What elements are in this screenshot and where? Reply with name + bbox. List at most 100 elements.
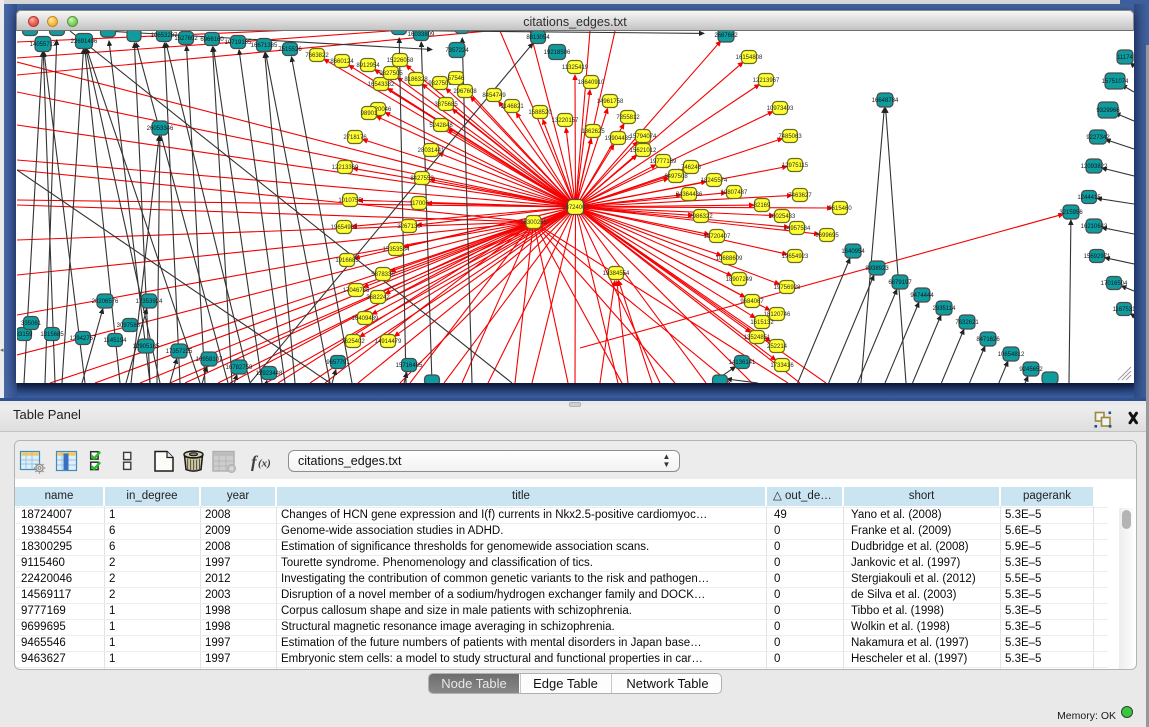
svg-text:9227342: 9227342 [1086,135,1110,141]
svg-text:10958107: 10958107 [196,357,223,363]
svg-text:9615460: 9615460 [828,206,852,212]
svg-text:9474444: 9474444 [910,293,934,299]
svg-text:17016504: 17016504 [1101,281,1128,287]
svg-text:1167531: 1167531 [1113,307,1134,313]
svg-text:8186328: 8186328 [404,77,428,83]
svg-text:1315685: 1315685 [40,332,64,338]
svg-text:10719185: 10719185 [225,40,252,46]
svg-text:1145194: 1145194 [104,338,128,344]
svg-text:1362625: 1362625 [581,129,605,135]
svg-text:12975115: 12975115 [782,163,809,169]
svg-text:9146821: 9146821 [500,104,524,110]
svg-text:8454749: 8454749 [482,93,506,99]
svg-text:12213967: 12213967 [753,78,780,84]
svg-text:18300295: 18300295 [520,220,547,226]
svg-text:20206576: 20206576 [92,299,119,305]
svg-text:5878336: 5878336 [371,272,395,278]
svg-text:15720407: 15720407 [704,234,731,240]
svg-text:335061: 335061 [21,321,42,327]
svg-text:22691406: 22691406 [71,39,98,45]
svg-text:16033809: 16033809 [408,32,435,38]
svg-text:15716485: 15716485 [396,363,423,369]
svg-text:7625402: 7625402 [341,339,365,345]
svg-text:3215956: 3215956 [1059,210,1083,216]
svg-text:7986322: 7986322 [689,214,713,220]
svg-text:17357225: 17357225 [166,349,193,355]
svg-text:10025433: 10025433 [769,214,796,220]
svg-text:10973493: 10973493 [767,106,794,112]
svg-text:15794074: 15794074 [630,134,657,140]
svg-text:24364436: 24364436 [676,192,703,198]
svg-text:9329966: 9329966 [1096,108,1120,114]
svg-text:14136141: 14136141 [729,360,756,366]
svg-text:26053346: 26053346 [147,126,174,132]
svg-text:3875685: 3875685 [434,102,458,108]
svg-text:6966160: 6966160 [200,37,224,43]
svg-text:16648784: 16648784 [872,98,899,104]
svg-text:19218506: 19218506 [544,50,571,56]
svg-text:14957584: 14957584 [784,226,811,232]
svg-text:10654812: 10654812 [998,352,1025,358]
svg-text:98901: 98901 [361,111,378,117]
svg-text:9657791: 9657791 [326,360,350,366]
svg-text:17046786: 17046786 [343,288,370,294]
svg-text:28031441: 28031441 [418,148,445,154]
svg-text:9699695: 9699695 [815,233,839,239]
svg-text:7663822: 7663822 [305,53,329,59]
svg-text:7463627: 7463627 [788,193,812,199]
svg-text:6879197: 6879197 [888,280,912,286]
svg-text:8912954: 8912954 [356,63,380,69]
svg-text:8813054: 8813054 [526,35,550,41]
svg-text:11174: 11174 [1117,55,1133,61]
svg-text:15692971: 15692971 [1084,254,1111,260]
svg-text:19777169: 19777169 [650,159,677,165]
svg-text:1640954: 1640954 [841,249,865,255]
svg-text:12905185: 12905185 [133,344,160,350]
svg-text:14961758: 14961758 [597,99,624,105]
svg-text:1527602: 1527602 [174,36,198,42]
svg-text:18907249: 18907249 [726,277,753,283]
svg-text:15751074: 15751074 [1102,79,1129,85]
svg-text:252214: 252214 [767,344,788,350]
svg-text:117006: 117006 [409,201,429,207]
svg-text:7485063: 7485063 [778,134,802,140]
svg-text:6497508: 6497508 [664,174,688,180]
svg-text:2718176: 2718176 [343,135,367,141]
svg-text:13524851: 13524851 [744,335,771,341]
svg-text:9684067: 9684067 [740,299,764,305]
svg-text:(x): (x) [258,458,271,470]
svg-text:57546: 57546 [448,76,465,82]
svg-text:82169: 82169 [754,203,771,209]
svg-text:8427552: 8427552 [410,176,434,182]
svg-text:7355812: 7355812 [616,115,640,121]
svg-text:1615132: 1615132 [750,320,774,326]
svg-text:8471626: 8471626 [976,337,1000,343]
svg-text:3682242: 3682242 [366,295,390,301]
svg-text:1916685: 1916685 [335,258,359,264]
svg-text:7357224: 7357224 [445,48,469,54]
svg-text:12942757: 12942757 [70,336,97,342]
svg-text:12923448: 12923448 [256,371,283,377]
svg-text:30975867: 30975867 [117,323,144,329]
svg-text:1588520: 1588520 [528,110,552,116]
svg-text:15353584: 15353584 [383,247,410,253]
svg-text:19756928: 19756928 [774,285,801,291]
svg-text:12213369: 12213369 [332,165,359,171]
svg-text:33159: 33159 [17,332,33,338]
svg-text:7632621: 7632621 [955,320,979,326]
svg-text:17353924: 17353924 [136,299,163,305]
svg-text:15621012: 15621012 [630,148,657,154]
svg-text:16671385: 16671385 [251,43,278,49]
svg-text:14055712: 14055712 [30,42,57,48]
svg-text:18724007: 18724007 [562,205,589,211]
svg-text:1010755: 1010755 [338,198,362,204]
svg-text:15226058: 15226058 [387,58,414,64]
svg-text:10807487: 10807487 [721,190,748,196]
svg-text:16210643: 16210643 [1081,224,1108,230]
svg-text:13220157: 13220157 [552,118,579,124]
svg-text:16409489: 16409489 [352,316,379,322]
svg-text:8660124: 8660124 [330,59,354,65]
svg-text:2935114: 2935114 [933,306,957,312]
svg-text:11325419: 11325419 [562,65,589,71]
svg-text:16543382: 16543382 [368,82,395,88]
